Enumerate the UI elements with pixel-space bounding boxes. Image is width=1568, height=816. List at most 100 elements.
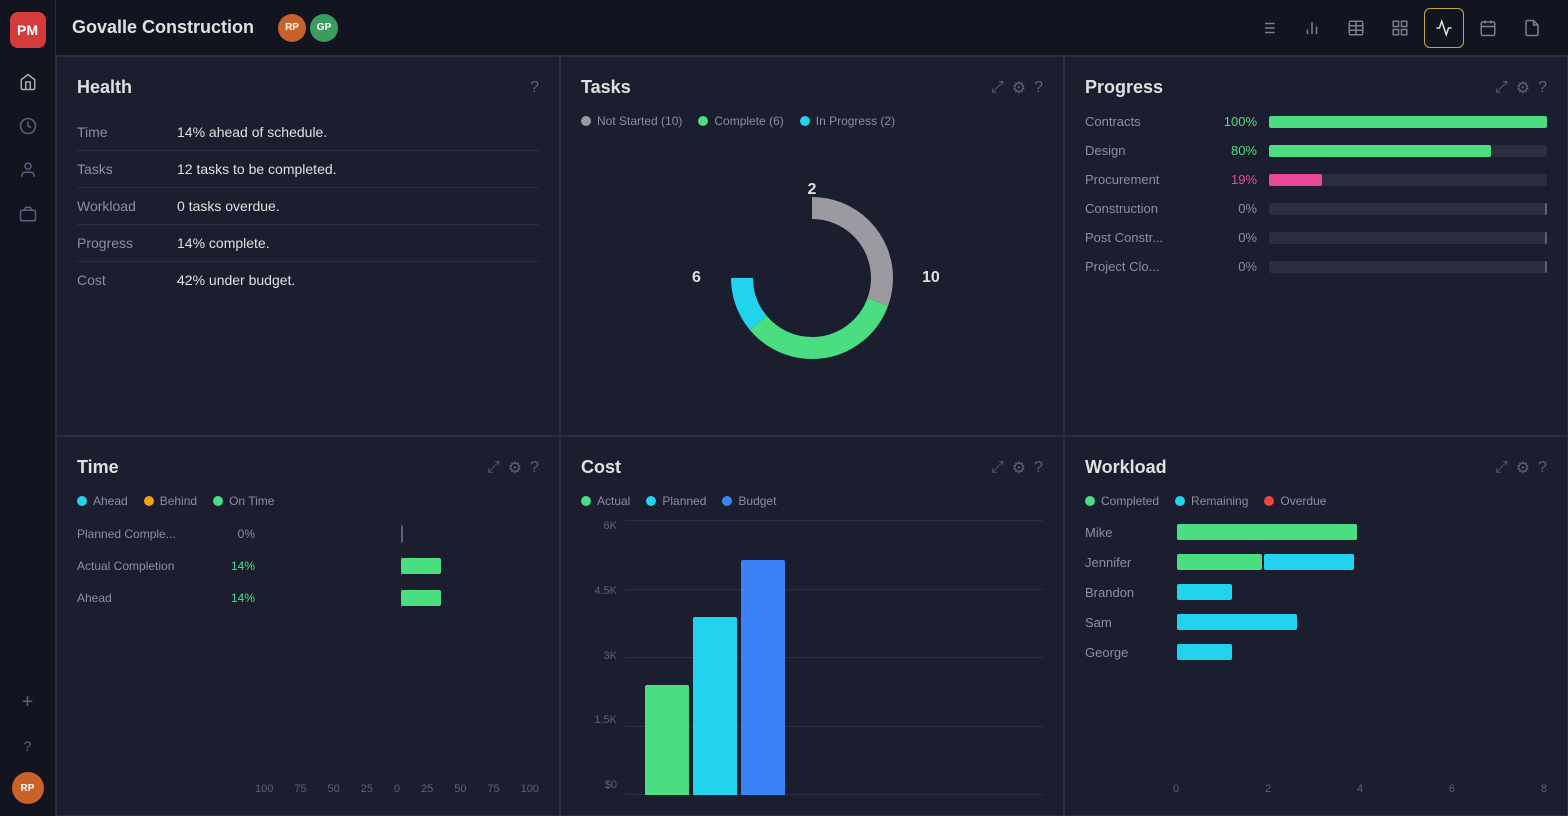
health-label-tasks: Tasks (77, 161, 177, 177)
cost-legend-actual: Actual (581, 494, 630, 508)
workload-row-george: George (1085, 644, 1547, 660)
progress-pct-project-close: 0% (1217, 259, 1257, 274)
workload-chart-area: Mike Jennifer (1085, 524, 1547, 795)
tasks-title: Tasks (581, 77, 631, 98)
workload-bar-george-remaining (1177, 644, 1232, 660)
progress-item-procurement: Procurement 19% (1085, 172, 1547, 187)
progress-bar-procurement (1269, 174, 1322, 186)
tasks-help-icon[interactable]: ? (1034, 79, 1043, 97)
workload-axis-8: 8 (1541, 783, 1547, 795)
sidebar-add-button[interactable]: + (10, 684, 46, 720)
legend-label-in-progress: In Progress (2) (816, 114, 895, 128)
workload-dot-completed (1085, 496, 1095, 506)
progress-settings-icon[interactable]: ⚙ (1516, 78, 1530, 98)
cost-chart-area (625, 520, 1043, 795)
health-title: Health (77, 77, 132, 98)
cost-bar-group-1 (645, 560, 785, 795)
cost-help-icon[interactable]: ? (1034, 459, 1043, 477)
grid-view-button[interactable] (1380, 8, 1420, 48)
chart-view-button[interactable] (1292, 8, 1332, 48)
time-axis-50-right: 50 (454, 783, 466, 795)
progress-item-post-construction: Post Constr... 0% (1085, 230, 1547, 245)
workload-row-mike: Mike (1085, 524, 1547, 540)
cost-label-planned: Planned (662, 494, 706, 508)
progress-pct-post-construction: 0% (1217, 230, 1257, 245)
workload-bar-brandon-remaining (1177, 584, 1232, 600)
time-bar-ahead-fill (401, 590, 441, 606)
cost-title: Cost (581, 457, 621, 478)
health-row-progress: Progress 14% complete. (77, 225, 539, 262)
progress-item-project-close: Project Clo... 0% (1085, 259, 1547, 274)
cost-panel: Cost ⤢ ⚙ ? Actual Planned Budg (560, 436, 1064, 816)
progress-bar-design (1269, 145, 1491, 157)
workload-panel-header: Workload ⤢ ⚙ ? (1085, 457, 1547, 478)
workload-legend: Completed Remaining Overdue (1085, 494, 1547, 508)
cost-y-3k: 3K (581, 650, 617, 662)
app-logo[interactable]: PM (10, 12, 46, 48)
cost-bar-actual (645, 685, 689, 795)
progress-bar-bg-post-construction (1269, 232, 1547, 244)
time-help-icon[interactable]: ? (530, 459, 539, 477)
avatar-gp[interactable]: GP (310, 14, 338, 42)
health-row-cost: Cost 42% under budget. (77, 262, 539, 298)
sidebar-item-history[interactable] (10, 108, 46, 144)
workload-bar-mike-completed (1177, 524, 1357, 540)
health-row-time: Time 14% ahead of schedule. (77, 114, 539, 151)
progress-name-post-construction: Post Constr... (1085, 230, 1205, 245)
workload-label-overdue: Overdue (1280, 494, 1326, 508)
workload-name-mike: Mike (1085, 525, 1165, 540)
time-axis-75-right: 75 (487, 783, 499, 795)
workload-actions: ⤢ ⚙ ? (1495, 458, 1547, 478)
health-label-time: Time (77, 124, 177, 140)
workload-bars-mike (1177, 524, 1547, 540)
sidebar-item-users[interactable] (10, 152, 46, 188)
health-help-icon[interactable]: ? (530, 79, 539, 97)
progress-bar-bg-project-close (1269, 261, 1547, 273)
sidebar-item-projects[interactable] (10, 196, 46, 232)
progress-pct-design: 80% (1217, 143, 1257, 158)
workload-axis-4: 4 (1357, 783, 1363, 795)
tasks-expand-icon[interactable]: ⤢ (991, 79, 1004, 97)
cost-y-45k: 4.5K (581, 585, 617, 597)
time-settings-icon[interactable]: ⚙ (508, 458, 522, 478)
document-view-button[interactable] (1512, 8, 1552, 48)
progress-item-construction: Construction 0% (1085, 201, 1547, 216)
time-pct-actual: 14% (215, 559, 255, 573)
tasks-settings-icon[interactable]: ⚙ (1012, 78, 1026, 98)
cost-expand-icon[interactable]: ⤢ (991, 459, 1004, 477)
workload-settings-icon[interactable]: ⚙ (1516, 458, 1530, 478)
progress-name-project-close: Project Clo... (1085, 259, 1205, 274)
cost-label-budget: Budget (738, 494, 776, 508)
cost-settings-icon[interactable]: ⚙ (1012, 458, 1026, 478)
progress-name-procurement: Procurement (1085, 172, 1205, 187)
sidebar-item-home[interactable] (10, 64, 46, 100)
cost-dot-planned (646, 496, 656, 506)
health-panel-header: Health ? (77, 77, 539, 98)
cost-panel-header: Cost ⤢ ⚙ ? (581, 457, 1043, 478)
sidebar-help-button[interactable]: ? (10, 728, 46, 764)
time-panel: Time ⤢ ⚙ ? Ahead Behind On Tim (56, 436, 560, 816)
health-label-progress: Progress (77, 235, 177, 251)
health-label-workload: Workload (77, 198, 177, 214)
workload-axis: 0 2 4 6 8 (1085, 783, 1547, 795)
progress-item-design: Design 80% (1085, 143, 1547, 158)
progress-help-icon[interactable]: ? (1538, 79, 1547, 97)
time-title: Time (77, 457, 119, 478)
time-expand-icon[interactable]: ⤢ (487, 459, 500, 477)
workload-bars-sam (1177, 614, 1547, 630)
health-value-cost: 42% under budget. (177, 272, 295, 288)
workload-expand-icon[interactable]: ⤢ (1495, 459, 1508, 477)
list-view-button[interactable] (1248, 8, 1288, 48)
avatar-rp[interactable]: RP (278, 14, 306, 42)
table-view-button[interactable] (1336, 8, 1376, 48)
sidebar-user-avatar[interactable]: RP (12, 772, 44, 804)
workload-dot-remaining (1175, 496, 1185, 506)
workload-help-icon[interactable]: ? (1538, 459, 1547, 477)
calendar-view-button[interactable] (1468, 8, 1508, 48)
pulse-view-button[interactable] (1424, 8, 1464, 48)
time-pct-planned: 0% (215, 527, 255, 541)
progress-expand-icon[interactable]: ⤢ (1495, 79, 1508, 97)
workload-row-brandon: Brandon (1085, 584, 1547, 600)
time-chart: Planned Comple... 0% Actual Completion 1… (77, 524, 539, 771)
workload-legend-overdue: Overdue (1264, 494, 1326, 508)
